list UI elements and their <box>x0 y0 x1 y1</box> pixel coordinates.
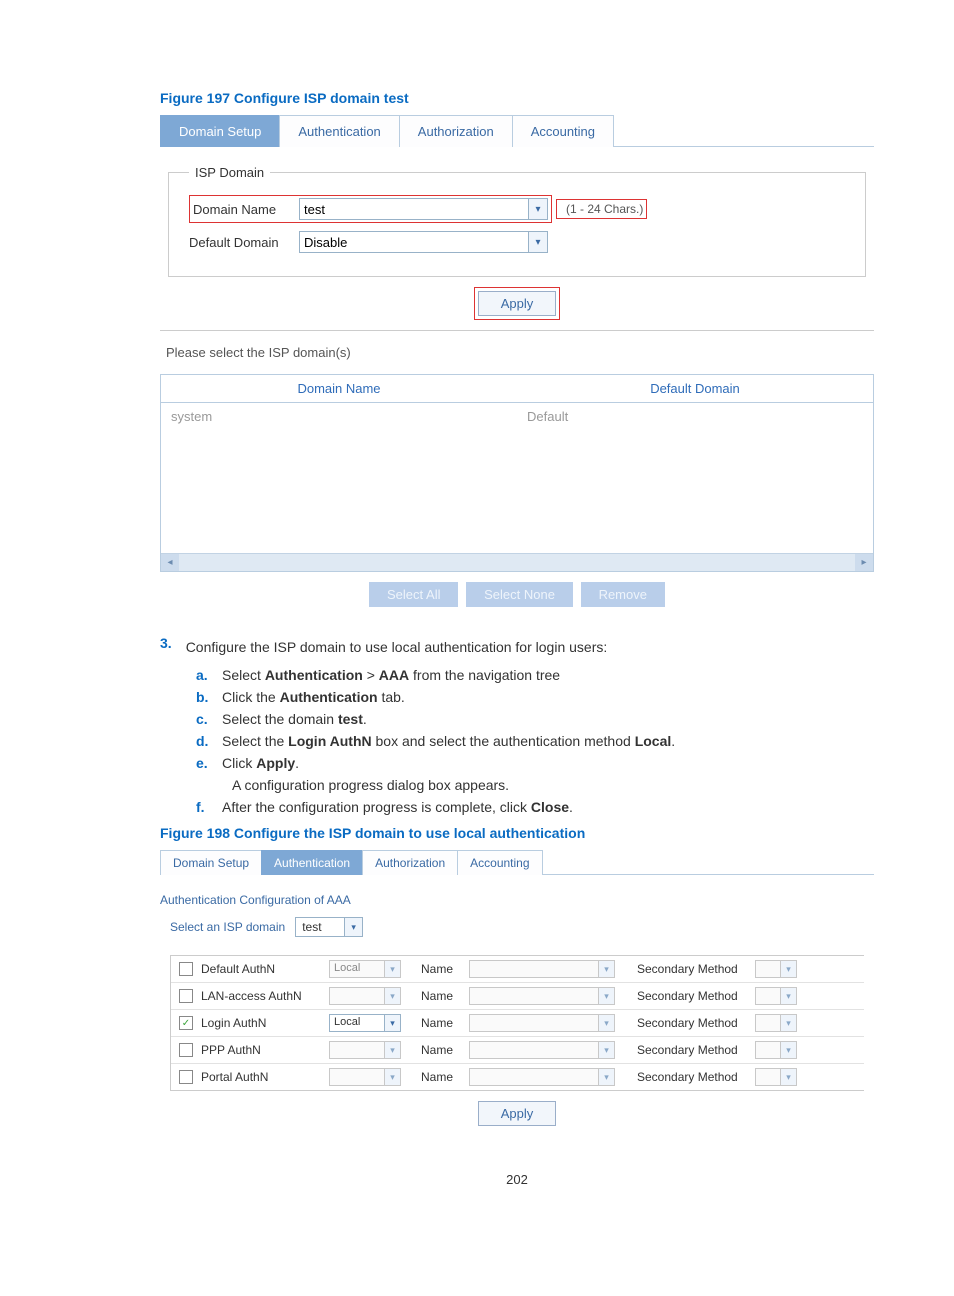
scroll-right-icon[interactable]: ▸ <box>855 554 873 571</box>
isp-domain-select[interactable]: test ▾ <box>295 917 363 937</box>
apply-button-2[interactable]: Apply <box>478 1101 557 1126</box>
horizontal-scrollbar[interactable]: ◂ ▸ <box>161 553 873 571</box>
table-actions: Select All Select None Remove <box>160 582 874 607</box>
isp-domain-fieldset: ISP Domain Domain Name ▾ (1 - 24 Chars.)… <box>168 165 866 277</box>
secondary-select[interactable]: ▾ <box>755 1014 797 1032</box>
method-select[interactable]: ▾ <box>329 1041 401 1059</box>
figure-198-caption: Figure 198 Configure the ISP domain to u… <box>160 825 874 841</box>
auth-label: Default AuthN <box>201 962 321 976</box>
name-label: Name <box>421 989 461 1003</box>
select-none-button[interactable]: Select None <box>466 582 573 607</box>
select-all-button[interactable]: Select All <box>369 582 458 607</box>
step-title: Configure the ISP domain to use local au… <box>186 639 608 655</box>
secondary-select[interactable]: ▾ <box>755 1068 797 1086</box>
name-select[interactable]: ▾ <box>469 987 615 1005</box>
sub-step: b.Click the Authentication tab. <box>196 689 874 705</box>
tab-authentication[interactable]: Authentication <box>279 115 399 147</box>
step-3: 3. Configure the ISP domain to use local… <box>160 635 874 815</box>
sub-step: f.After the configuration progress is co… <box>196 799 874 815</box>
name-select[interactable]: ▾ <box>469 960 615 978</box>
method-select[interactable]: Local▾ <box>329 960 401 978</box>
tab2-authorization[interactable]: Authorization <box>362 850 458 875</box>
auth-row: PPP AuthN ▾ Name ▾ Secondary Method ▾ <box>171 1037 864 1064</box>
auth-row: Portal AuthN ▾ Name ▾ Secondary Method ▾ <box>171 1064 864 1090</box>
figure-198-tabs: Domain Setup Authentication Authorizatio… <box>160 849 874 875</box>
checkbox[interactable]: ✓ <box>179 1016 193 1030</box>
col-domain-name: Domain Name <box>161 375 517 402</box>
page-number: 202 <box>160 1172 874 1187</box>
domain-table: Domain Name Default Domain system Defaul… <box>160 374 874 572</box>
tab-accounting[interactable]: Accounting <box>512 115 614 147</box>
secondary-select[interactable]: ▾ <box>755 1041 797 1059</box>
divider <box>160 330 874 331</box>
domain-name-group: Domain Name ▾ <box>189 195 552 223</box>
col-default-domain: Default Domain <box>517 375 873 402</box>
select-isp-label: Select an ISP domain <box>170 920 285 934</box>
sub-step: d.Select the Login AuthN box and select … <box>196 733 874 749</box>
tab2-accounting[interactable]: Accounting <box>457 850 542 875</box>
domain-name-hint: (1 - 24 Chars.) <box>556 199 647 219</box>
name-label: Name <box>421 1070 461 1084</box>
sub-step: e.Click Apply. <box>196 755 874 771</box>
tab-domain-setup[interactable]: Domain Setup <box>160 115 280 147</box>
name-label: Name <box>421 1016 461 1030</box>
sub-step: a.Select Authentication > AAA from the n… <box>196 667 874 683</box>
apply-highlight: Apply <box>474 287 561 320</box>
secondary-label: Secondary Method <box>637 1043 747 1057</box>
name-label: Name <box>421 962 461 976</box>
checkbox[interactable] <box>179 1043 193 1057</box>
cell-default-domain: Default <box>517 403 873 553</box>
method-select[interactable]: ▾ <box>329 1068 401 1086</box>
auth-label: PPP AuthN <box>201 1043 321 1057</box>
fieldset-legend: ISP Domain <box>189 165 270 180</box>
auth-label: Portal AuthN <box>201 1070 321 1084</box>
step-sub-list: a.Select Authentication > AAA from the n… <box>196 667 874 815</box>
tab2-domain-setup[interactable]: Domain Setup <box>160 850 262 875</box>
name-select[interactable]: ▾ <box>469 1041 615 1059</box>
auth-grid: Default AuthN Local▾ Name ▾ Secondary Method… <box>170 955 864 1091</box>
default-domain-dropdown-icon[interactable]: ▾ <box>528 231 548 253</box>
step-number: 3. <box>160 635 172 651</box>
tab-authorization[interactable]: Authorization <box>399 115 513 147</box>
auth-label: LAN-access AuthN <box>201 989 321 1003</box>
auth-row: LAN-access AuthN ▾ Name ▾ Secondary Method ▾ <box>171 983 864 1010</box>
secondary-label: Secondary Method <box>637 1016 747 1030</box>
checkbox[interactable] <box>179 962 193 976</box>
domain-name-label: Domain Name <box>193 202 299 217</box>
domain-name-input[interactable] <box>299 198 529 220</box>
name-label: Name <box>421 1043 461 1057</box>
name-select[interactable]: ▾ <box>469 1014 615 1032</box>
secondary-label: Secondary Method <box>637 962 747 976</box>
sub-step: c.Select the domain test. <box>196 711 874 727</box>
default-domain-select[interactable] <box>299 231 529 253</box>
method-select[interactable]: ▾ <box>329 987 401 1005</box>
method-select[interactable]: Local▾ <box>329 1014 401 1032</box>
checkbox[interactable] <box>179 989 193 1003</box>
cell-domain-name[interactable]: system <box>161 403 517 553</box>
scroll-left-icon[interactable]: ◂ <box>161 554 179 571</box>
name-select[interactable]: ▾ <box>469 1068 615 1086</box>
tab2-authentication[interactable]: Authentication <box>261 850 363 875</box>
auth-row: Default AuthN Local▾ Name ▾ Secondary Method… <box>171 956 864 983</box>
apply-button[interactable]: Apply <box>478 291 557 316</box>
checkbox[interactable] <box>179 1070 193 1084</box>
auth-section-title: Authentication Configuration of AAA <box>160 893 874 907</box>
secondary-select[interactable]: ▾ <box>755 987 797 1005</box>
secondary-label: Secondary Method <box>637 1070 747 1084</box>
figure-197-tabs: Domain Setup Authentication Authorizatio… <box>160 114 874 147</box>
chevron-down-icon[interactable]: ▾ <box>345 917 363 937</box>
auth-label: Login AuthN <box>201 1016 321 1030</box>
auth-row: ✓ Login AuthN Local▾ Name ▾ Secondary Method ▾ <box>171 1010 864 1037</box>
default-domain-label: Default Domain <box>189 235 299 250</box>
figure-197-caption: Figure 197 Configure ISP domain test <box>160 90 874 106</box>
domain-name-dropdown-icon[interactable]: ▾ <box>528 198 548 220</box>
secondary-label: Secondary Method <box>637 989 747 1003</box>
secondary-select[interactable]: ▾ <box>755 960 797 978</box>
remove-button[interactable]: Remove <box>581 582 665 607</box>
select-domain-prompt: Please select the ISP domain(s) <box>166 345 874 360</box>
sub-step-extra: A configuration progress dialog box appe… <box>232 777 874 793</box>
